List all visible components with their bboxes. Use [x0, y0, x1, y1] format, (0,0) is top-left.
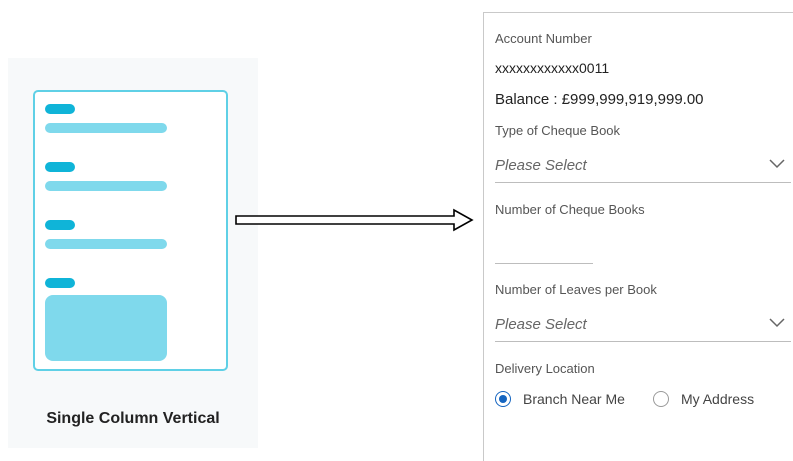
illustration-field-bar — [45, 181, 167, 191]
number-of-cheque-books-label: Number of Cheque Books — [495, 202, 645, 217]
cheque-book-request-form: Account Number xxxxxxxxxxxx0011 Balance … — [483, 12, 793, 461]
illustration-field-bar — [45, 123, 167, 133]
illustration-field-bar — [45, 239, 167, 249]
leaves-per-book-select[interactable]: Please Select — [495, 312, 791, 342]
radio-branch-near-me-label[interactable]: Branch Near Me — [523, 391, 625, 407]
number-of-cheque-books-input[interactable] — [495, 241, 593, 264]
radio-my-address[interactable] — [652, 391, 669, 407]
leaves-per-book-label: Number of Leaves per Book — [495, 282, 657, 297]
illustration-label-bar — [45, 278, 75, 288]
layout-caption: Single Column Vertical — [46, 410, 220, 427]
radio-my-address-label[interactable]: My Address — [681, 391, 754, 407]
illustration-label-bar — [45, 220, 75, 230]
layout-illustration-frame — [33, 90, 228, 371]
illustration-label-bar — [45, 162, 75, 172]
account-number-value: xxxxxxxxxxxx0011 — [495, 60, 610, 76]
cheque-type-placeholder: Please Select — [495, 157, 587, 174]
cheque-type-label: Type of Cheque Book — [495, 123, 621, 138]
delivery-location-radio-group: Branch Near Me My Address — [495, 387, 754, 411]
illustration-label-bar — [45, 104, 75, 114]
radio-branch-near-me[interactable] — [495, 391, 511, 407]
chevron-down-icon — [769, 159, 785, 169]
balance-text: Balance : £999,999,919,999.00 — [495, 91, 704, 108]
right-arrow-icon — [235, 208, 474, 232]
illustration-textarea-block — [45, 295, 167, 361]
leaves-per-book-placeholder: Please Select — [495, 316, 587, 333]
account-number-label: Account Number — [495, 31, 592, 46]
cheque-type-select[interactable]: Please Select — [495, 153, 791, 183]
chevron-down-icon — [769, 318, 785, 328]
delivery-location-label: Delivery Location — [495, 361, 595, 376]
